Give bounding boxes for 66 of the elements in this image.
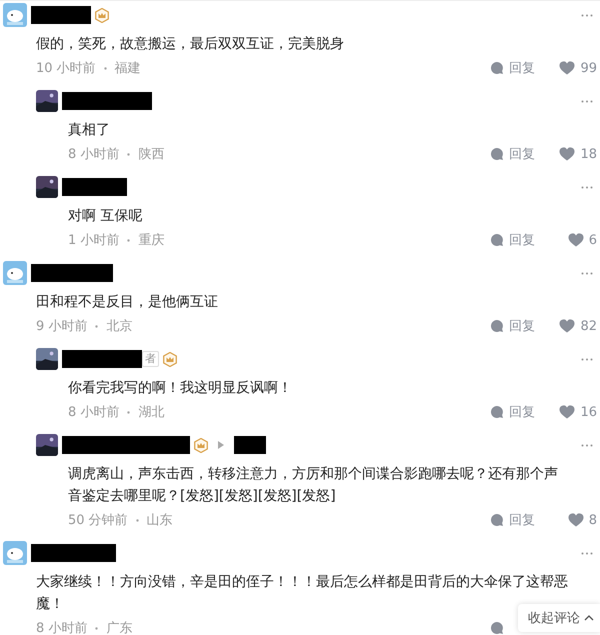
comment-text: 假的，笑死，故意搬运，最后双双互证，完美脱身 bbox=[36, 35, 345, 54]
comment-text: 调虎离山，声东击西，转移注意力，方厉和那个间谍合影跑哪去呢？还有那个声音鉴定去哪里呢？[发怒][发怒][发怒][发怒] bbox=[68, 465, 559, 506]
comment-icon bbox=[490, 61, 504, 75]
more-icon[interactable] bbox=[581, 358, 593, 360]
like-button[interactable]: 16 bbox=[535, 404, 597, 420]
collapse-comments-button[interactable]: 收起评论 bbox=[518, 604, 600, 632]
comment-text: 你看完我写的啊！我这明显反讽啊！ bbox=[68, 379, 293, 398]
comment-icon bbox=[490, 147, 504, 161]
comment-location: 北京 bbox=[106, 318, 132, 335]
more-icon[interactable] bbox=[581, 186, 593, 188]
separator-dot bbox=[127, 152, 130, 156]
heart-icon bbox=[559, 147, 576, 161]
like-button[interactable]: 99 bbox=[535, 60, 597, 76]
redaction-bar bbox=[31, 6, 91, 24]
reply-button[interactable]: 回复 bbox=[490, 59, 535, 77]
more-icon[interactable] bbox=[581, 100, 593, 102]
like-button[interactable]: 8 bbox=[535, 512, 597, 528]
comment-icon bbox=[490, 405, 504, 419]
heart-icon bbox=[568, 513, 584, 527]
separator-dot bbox=[104, 66, 107, 70]
comment-icon bbox=[490, 513, 504, 527]
more-icon[interactable] bbox=[581, 14, 593, 16]
comment-location: 重庆 bbox=[138, 232, 164, 249]
author-tag: 者 bbox=[142, 351, 159, 367]
comment-icon bbox=[490, 233, 504, 247]
comment-time: 9 小时前 bbox=[36, 318, 88, 335]
separator-dot bbox=[136, 518, 139, 522]
comment-time: 8 小时前 bbox=[68, 146, 120, 163]
heart-icon bbox=[568, 233, 584, 247]
like-button[interactable]: 18 bbox=[535, 146, 597, 162]
reply-button[interactable]: 回复 bbox=[490, 145, 535, 163]
comment-icon bbox=[490, 621, 504, 635]
comment-time: 8 小时前 bbox=[36, 620, 88, 635]
comment-time: 10 小时前 bbox=[36, 60, 96, 77]
like-button[interactable]: 82 bbox=[535, 318, 597, 334]
comment-location: 陕西 bbox=[138, 146, 164, 163]
like-button[interactable]: 6 bbox=[535, 232, 597, 248]
more-icon[interactable] bbox=[581, 272, 593, 274]
reply-button[interactable] bbox=[490, 621, 504, 635]
redaction-bar bbox=[62, 178, 127, 196]
separator-dot bbox=[127, 238, 130, 242]
separator-dot bbox=[95, 626, 98, 630]
reply-button[interactable]: 回复 bbox=[490, 231, 535, 249]
reply-button[interactable]: 回复 bbox=[490, 403, 535, 421]
comment-location: 山东 bbox=[146, 512, 173, 529]
reply-button[interactable]: 回复 bbox=[490, 317, 535, 335]
separator-dot bbox=[95, 324, 98, 328]
heart-icon bbox=[559, 405, 576, 419]
more-icon[interactable] bbox=[581, 552, 593, 554]
heart-icon bbox=[559, 61, 576, 75]
comment-icon bbox=[490, 319, 504, 333]
comment-location: 广东 bbox=[106, 620, 132, 635]
comment-text: 田和程不是反目，是他俩互证 bbox=[36, 293, 219, 312]
caret-up-icon bbox=[584, 615, 594, 621]
comment-location: 湖北 bbox=[138, 404, 164, 421]
comment-text: 真相了 bbox=[68, 121, 111, 140]
comment-location: 福建 bbox=[114, 60, 141, 77]
comment-time: 50 分钟前 bbox=[68, 512, 128, 529]
comment-time: 1 小时前 bbox=[68, 232, 120, 249]
separator-dot bbox=[127, 410, 130, 414]
comment-time: 8 小时前 bbox=[68, 404, 120, 421]
reply-button[interactable]: 回复 bbox=[490, 511, 535, 529]
redaction-bar bbox=[234, 436, 266, 454]
comment-text: 对啊 互保呢 bbox=[68, 207, 144, 226]
heart-icon bbox=[559, 319, 576, 333]
more-icon[interactable] bbox=[581, 444, 593, 446]
